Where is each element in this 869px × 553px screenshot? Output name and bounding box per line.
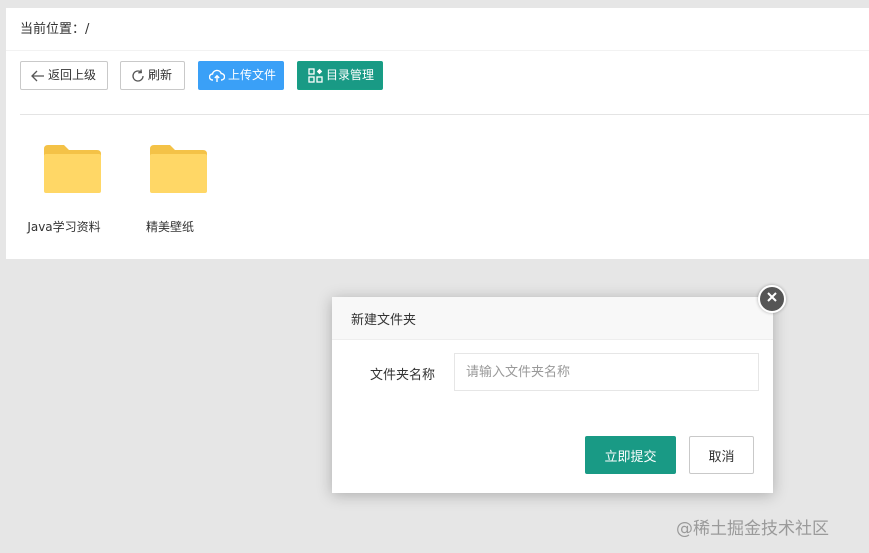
content-divider bbox=[20, 114, 869, 115]
submit-button[interactable]: 立即提交 bbox=[585, 436, 676, 474]
directory-manage-button[interactable]: 目录管理 bbox=[297, 61, 383, 90]
breadcrumb-path[interactable]: / bbox=[85, 22, 89, 37]
grid-manage-icon bbox=[308, 68, 323, 83]
back-button-label: 返回上级 bbox=[48, 68, 97, 82]
close-icon bbox=[766, 291, 778, 307]
upload-file-button[interactable]: 上传文件 bbox=[198, 61, 284, 90]
breadcrumb-label: 当前位置： bbox=[20, 22, 86, 37]
watermark: @稀土掘金技术社区 bbox=[676, 519, 829, 539]
back-button[interactable]: 返回上级 bbox=[20, 61, 108, 90]
dialog-close-button[interactable] bbox=[758, 285, 786, 313]
refresh-icon bbox=[131, 68, 145, 83]
folder-item[interactable]: Java学习资料 bbox=[14, 142, 114, 242]
file-manager-panel: 当前位置：/ 返回上级 刷新 上传文件 目录管理 Java学习资料 精美壁纸 bbox=[6, 8, 869, 259]
folder-name-input[interactable] bbox=[454, 353, 759, 391]
refresh-button-label: 刷新 bbox=[148, 68, 173, 82]
dialog-title: 新建文件夹 bbox=[351, 313, 417, 328]
folder-name-label: 文件夹名称 bbox=[370, 368, 436, 383]
refresh-button[interactable]: 刷新 bbox=[120, 61, 185, 90]
header-divider bbox=[6, 50, 869, 51]
arrow-left-icon bbox=[31, 70, 45, 82]
dialog-header: 新建文件夹 bbox=[332, 297, 773, 340]
folder-item[interactable]: 精美壁纸 bbox=[120, 142, 220, 242]
folder-name: Java学习资料 bbox=[27, 220, 101, 234]
upload-file-button-label: 上传文件 bbox=[228, 68, 277, 82]
new-folder-dialog: 新建文件夹 文件夹名称 立即提交 取消 bbox=[332, 297, 773, 493]
folder-icon bbox=[150, 145, 207, 197]
cloud-upload-icon bbox=[209, 69, 225, 83]
directory-manage-button-label: 目录管理 bbox=[326, 68, 375, 82]
cancel-button[interactable]: 取消 bbox=[689, 436, 754, 474]
folder-name: 精美壁纸 bbox=[145, 220, 194, 234]
folder-icon bbox=[44, 145, 101, 197]
breadcrumb: 当前位置：/ bbox=[20, 20, 89, 40]
